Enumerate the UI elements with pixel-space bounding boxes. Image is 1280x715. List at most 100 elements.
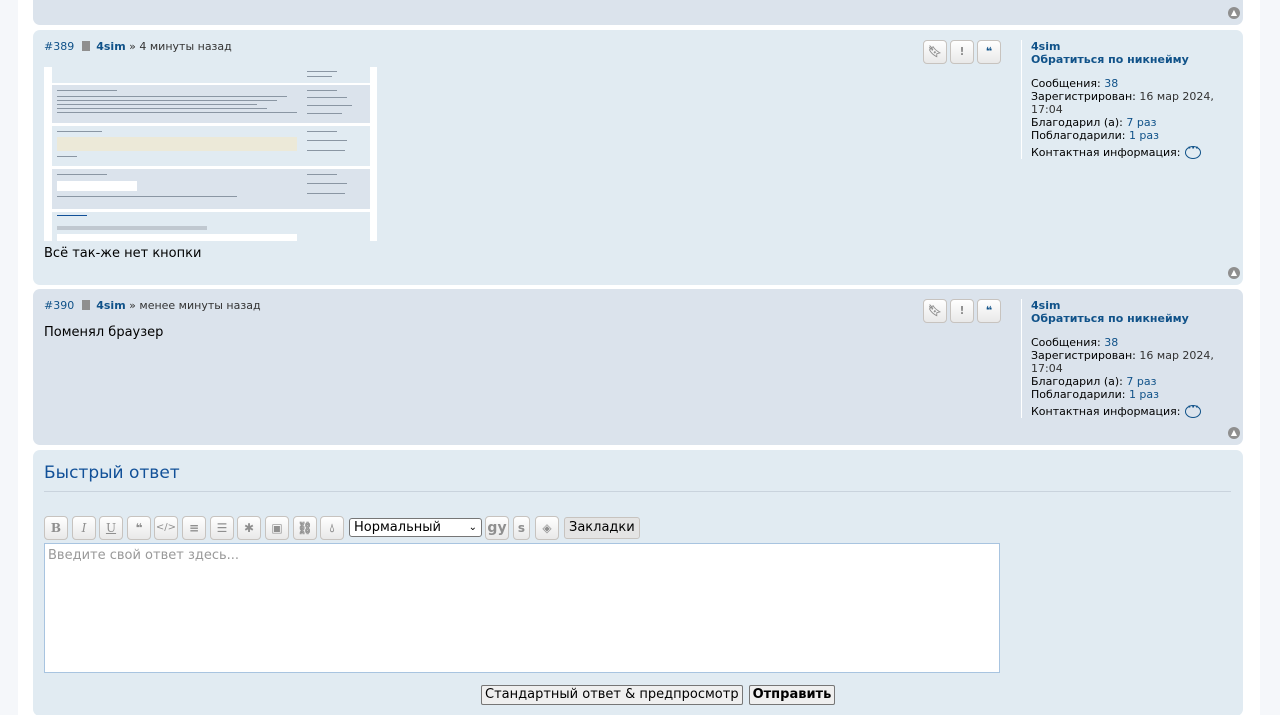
post-time: 4 минуты назад (139, 40, 232, 53)
profile-was-thanked-value[interactable]: 1 раз (1129, 388, 1159, 401)
post-profile: 4sim Обратиться по никнейму Сообщения: 3… (1021, 299, 1221, 418)
code-icon: </> (155, 522, 177, 533)
image-icon: ▣ (271, 521, 283, 535)
back-to-top-icon[interactable]: ▲ (1228, 267, 1240, 279)
post-number-link[interactable]: #390 (44, 299, 74, 312)
numbered-list-icon: ☰ (216, 521, 228, 535)
bookmark-button[interactable]: 🔖︎ (923, 40, 947, 64)
color-icon: 💧︎ (329, 521, 335, 535)
bold-button[interactable]: B (44, 516, 68, 540)
profile-contact: Контактная информация: (1031, 401, 1221, 418)
profile-was-thanked: Поблагодарили: 1 раз (1031, 388, 1160, 401)
color-button[interactable]: 💧︎ (320, 516, 344, 540)
post-separator: » (129, 299, 136, 312)
profile-posts-value[interactable]: 38 (1104, 77, 1118, 90)
post-author-link[interactable]: 4sim (96, 299, 125, 312)
post-author-link[interactable]: 4sim (96, 40, 125, 53)
attachment-image[interactable] (44, 67, 377, 241)
profile-registered: Зарегистрирован: 16 мар 2024, 17:04 (1031, 349, 1214, 375)
submit-buttons: Стандартный ответ & предпросмотр Отправит… (481, 685, 841, 705)
profile-registered: Зарегистрирован: 16 мар 2024, 17:04 (1031, 90, 1214, 116)
code-button[interactable]: </> (154, 516, 178, 540)
post-text: Поменял браузер (44, 325, 164, 340)
profile-posts-value[interactable]: 38 (1104, 336, 1118, 349)
post-number-link[interactable]: #389 (44, 40, 74, 53)
post-389: #389 4sim » 4 минуты назад Всё так-же не… (33, 30, 1243, 285)
post-buttons: 🔖︎! ❝ (923, 40, 1004, 64)
post-header: #390 4sim » менее минуты назад (44, 299, 261, 312)
post-time: менее минуты назад (139, 299, 261, 312)
quote-button[interactable]: ❝ (977, 299, 1001, 323)
page-wrapper: ▲ #389 4sim » 4 минуты назад Всё так-же … (18, 0, 1260, 715)
quote-icon: ❝ (985, 304, 993, 317)
contact-bubble-icon[interactable] (1185, 401, 1202, 418)
quote-button[interactable]: ❝ (127, 516, 151, 540)
chevron-down-icon: ⌄ (468, 522, 477, 533)
thumb-row (52, 169, 370, 209)
underline-icon: U (105, 521, 117, 535)
quick-reply-panel: Быстрый ответ B I U ❝ </> ≡ ☰ ✱ ▣ ⛓ 💧︎ Н… (33, 450, 1243, 715)
post-file-icon (82, 300, 91, 310)
profile-username[interactable]: 4sim (1031, 40, 1221, 53)
reply-textarea[interactable]: Введите свой ответ здесь... (44, 543, 1000, 673)
underline-button[interactable]: U (99, 516, 123, 540)
thumb-row (52, 67, 370, 83)
italic-icon: I (81, 521, 87, 535)
reply-placeholder: Введите свой ответ здесь... (48, 548, 240, 563)
back-to-top-icon[interactable]: ▲ (1228, 427, 1240, 439)
numbered-list-button[interactable]: ☰ (210, 516, 234, 540)
list-item-button[interactable]: ✱ (237, 516, 261, 540)
list-item-icon: ✱ (243, 521, 255, 535)
font-size-selected: Нормальный (354, 520, 441, 535)
post-buttons: 🔖︎! ❝ (923, 299, 1004, 323)
post-separator: » (129, 40, 136, 53)
thumb-row (52, 126, 370, 166)
contact-bubble-icon[interactable] (1185, 142, 1202, 159)
quote-icon: ❝ (985, 45, 993, 58)
profile-contact: Контактная информация: (1031, 142, 1221, 159)
bookmarks-button[interactable]: Закладки (564, 517, 640, 539)
report-button[interactable]: ! (950, 299, 974, 323)
post-header: #389 4sim » 4 минуты назад (44, 40, 232, 53)
image-button[interactable]: ▣ (265, 516, 289, 540)
profile-thanked-value[interactable]: 7 раз (1126, 116, 1156, 129)
report-button[interactable]: ! (950, 40, 974, 64)
profile-was-thanked-value[interactable]: 1 раз (1129, 129, 1159, 142)
thumb-row (52, 85, 370, 123)
post-text: Всё так-же нет кнопки (44, 246, 202, 261)
profile-posts: Сообщения: 38 (1031, 336, 1119, 349)
profile-username[interactable]: 4sim (1031, 299, 1221, 312)
profile-thanked: Благодарил (а): 7 раз (1031, 116, 1157, 129)
list-icon: ≡ (188, 521, 200, 535)
bookmark-icon: 🔖︎ (928, 304, 942, 317)
profile-was-thanked: Поблагодарили: 1 раз (1031, 129, 1160, 142)
italic-button[interactable]: I (72, 516, 96, 540)
full-editor-button[interactable]: Стандартный ответ & предпросмотр (481, 685, 743, 705)
hidden-button[interactable]: ◈ (535, 516, 559, 540)
bookmark-icon: 🔖︎ (928, 45, 942, 58)
profile-thanked: Благодарил (а): 7 раз (1031, 375, 1157, 388)
link-icon: ⛓ (297, 521, 313, 535)
gy-button[interactable]: gy (485, 516, 509, 540)
s-button[interactable]: s (513, 516, 530, 540)
submit-button[interactable]: Отправить (748, 685, 836, 705)
divider (44, 491, 1231, 492)
contact-by-nick-link[interactable]: Обратиться по никнейму (1031, 53, 1221, 66)
back-to-top-icon[interactable]: ▲ (1228, 7, 1240, 19)
bookmark-button[interactable]: 🔖︎ (923, 299, 947, 323)
report-icon: ! (959, 304, 965, 317)
contact-by-nick-link[interactable]: Обратиться по никнейму (1031, 312, 1221, 325)
quote-icon: ❝ (135, 521, 143, 535)
eye-slash-icon: ◈ (542, 521, 552, 535)
post-profile: 4sim Обратиться по никнейму Сообщения: 3… (1021, 40, 1221, 159)
post-file-icon (82, 41, 91, 51)
profile-posts: Сообщения: 38 (1031, 77, 1119, 90)
bold-icon: B (50, 521, 62, 535)
quote-button[interactable]: ❝ (977, 40, 1001, 64)
link-button[interactable]: ⛓ (293, 516, 317, 540)
profile-thanked-value[interactable]: 7 раз (1126, 375, 1156, 388)
font-size-select[interactable]: Нормальный ⌄ (349, 518, 482, 537)
previous-post: ▲ (33, 0, 1243, 25)
quick-reply-title: Быстрый ответ (44, 463, 180, 483)
list-button[interactable]: ≡ (182, 516, 206, 540)
